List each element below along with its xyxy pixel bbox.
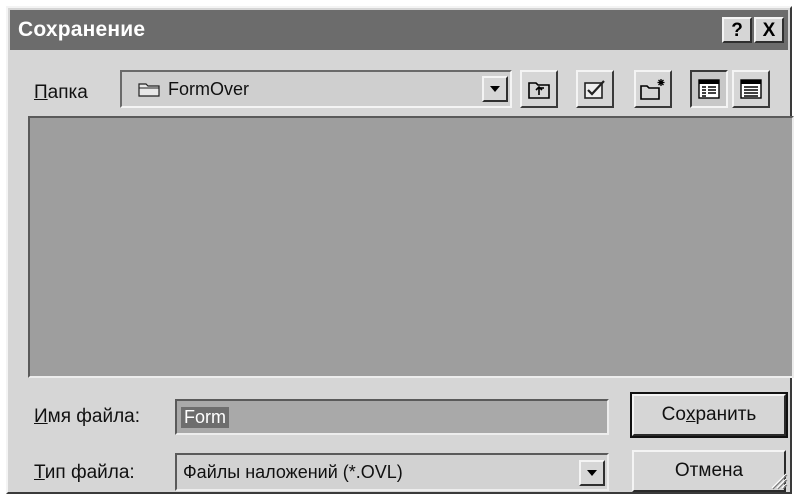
save-dialog: Сохранение ? X Папка FormOver Имя файла:… <box>6 6 794 494</box>
title-bar[interactable]: Сохранение ? X <box>10 10 788 50</box>
filetype-combo[interactable]: Файлы наложений (*.OVL) <box>175 453 609 491</box>
new-folder-icon <box>640 79 665 100</box>
close-button[interactable]: X <box>754 17 784 43</box>
cancel-button[interactable]: Отмена <box>632 450 786 492</box>
folder-icon <box>138 83 160 97</box>
folder-label: Папка <box>34 82 88 103</box>
chevron-down-icon <box>587 470 597 476</box>
folder-combo[interactable]: FormOver <box>120 70 512 108</box>
details-view-button[interactable] <box>732 70 770 108</box>
filetype-label: Тип файла: <box>34 462 135 483</box>
filetype-dropdown-button[interactable] <box>579 460 605 486</box>
list-view-icon <box>698 79 720 99</box>
dialog-title: Сохранение <box>18 18 146 41</box>
up-one-level-icon <box>528 82 550 99</box>
chevron-down-icon <box>490 86 500 92</box>
filename-value: Form <box>181 407 229 428</box>
folder-value: FormOver <box>168 79 249 99</box>
help-button[interactable]: ? <box>722 17 752 43</box>
resize-grip-icon[interactable] <box>766 468 788 490</box>
filename-input[interactable]: Form <box>175 399 609 435</box>
list-view-button[interactable] <box>690 70 728 108</box>
filetype-value: Файлы наложений (*.OVL) <box>183 462 403 482</box>
new-folder-button[interactable] <box>634 70 672 108</box>
details-view-icon <box>740 79 762 99</box>
filename-label: Имя файла: <box>34 406 141 427</box>
folder-dropdown-button[interactable] <box>482 76 508 102</box>
desktop-icon <box>584 80 605 99</box>
desktop-button[interactable] <box>576 70 614 108</box>
up-one-level-button[interactable] <box>520 70 558 108</box>
save-button[interactable]: Со х ранить <box>630 392 788 438</box>
file-list[interactable] <box>28 116 794 378</box>
